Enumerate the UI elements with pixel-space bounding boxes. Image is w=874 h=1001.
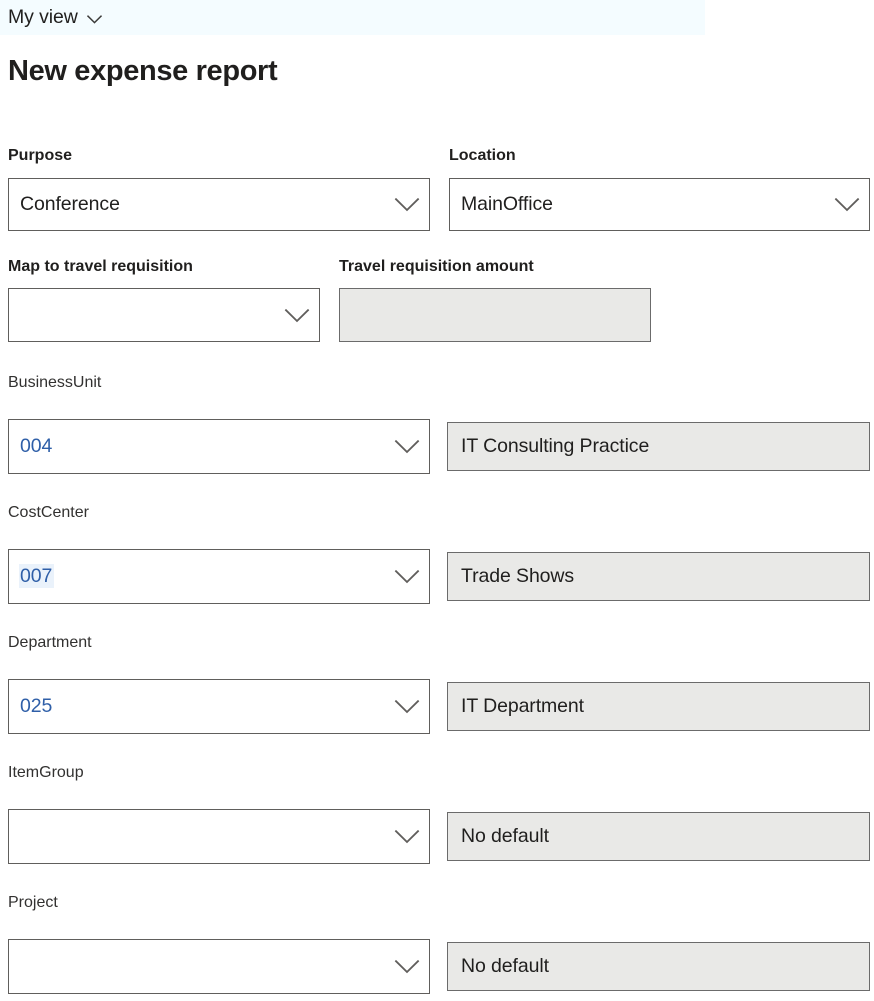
businessunit-description-value: IT Consulting Practice: [461, 435, 650, 457]
project-dropdown[interactable]: [8, 939, 430, 994]
department-description-value: IT Department: [461, 695, 584, 717]
location-dropdown[interactable]: MainOffice: [449, 178, 870, 231]
view-band: [0, 0, 705, 35]
businessunit-description[interactable]: IT Consulting Practice: [447, 422, 870, 471]
label-location: Location: [449, 147, 516, 164]
view-selector[interactable]: My view: [8, 5, 102, 30]
itemgroup-dropdown[interactable]: [8, 809, 430, 864]
label-map-to-travel-requisition: Map to travel requisition: [8, 258, 193, 275]
chevron-down-icon[interactable]: [825, 197, 869, 212]
costcenter-description[interactable]: Trade Shows: [447, 552, 870, 601]
travel-requisition-amount-input[interactable]: [339, 288, 651, 342]
costcenter-dropdown[interactable]: 007: [8, 549, 430, 604]
costcenter-value: 007: [9, 564, 385, 589]
department-value: 025: [20, 695, 53, 717]
expense-report-page: My view New expense report Purpose Confe…: [0, 0, 874, 1001]
chevron-down-icon[interactable]: [385, 569, 429, 584]
label-department: Department: [8, 634, 92, 651]
costcenter-description-value: Trade Shows: [461, 565, 575, 587]
label-businessunit: BusinessUnit: [8, 374, 102, 391]
businessunit-dropdown[interactable]: 004: [8, 419, 430, 474]
project-description-value: No default: [461, 955, 549, 977]
location-value: MainOffice: [461, 193, 553, 215]
department-description[interactable]: IT Department: [447, 682, 870, 731]
costcenter-value-text: 007: [19, 564, 55, 588]
chevron-down-icon[interactable]: [385, 197, 429, 212]
label-costcenter: CostCenter: [8, 504, 89, 521]
itemgroup-description-value: No default: [461, 825, 549, 847]
label-travel-requisition-amount: Travel requisition amount: [339, 258, 534, 275]
department-dropdown[interactable]: 025: [8, 679, 430, 734]
chevron-down-icon: [86, 14, 102, 24]
project-description[interactable]: No default: [447, 942, 870, 991]
label-project: Project: [8, 894, 58, 911]
itemgroup-description[interactable]: No default: [447, 812, 870, 861]
chevron-down-icon[interactable]: [385, 959, 429, 974]
label-purpose: Purpose: [8, 147, 73, 164]
label-itemgroup: ItemGroup: [8, 764, 84, 781]
map-to-travel-requisition-dropdown[interactable]: [8, 288, 320, 342]
view-selector-label: My view: [8, 6, 78, 28]
chevron-down-icon[interactable]: [385, 439, 429, 454]
chevron-down-icon[interactable]: [385, 829, 429, 844]
purpose-value: Conference: [20, 193, 120, 215]
chevron-down-icon[interactable]: [385, 699, 429, 714]
chevron-down-icon[interactable]: [275, 308, 319, 323]
page-title: New expense report: [8, 55, 278, 87]
purpose-dropdown[interactable]: Conference: [8, 178, 430, 231]
businessunit-value: 004: [20, 435, 53, 457]
